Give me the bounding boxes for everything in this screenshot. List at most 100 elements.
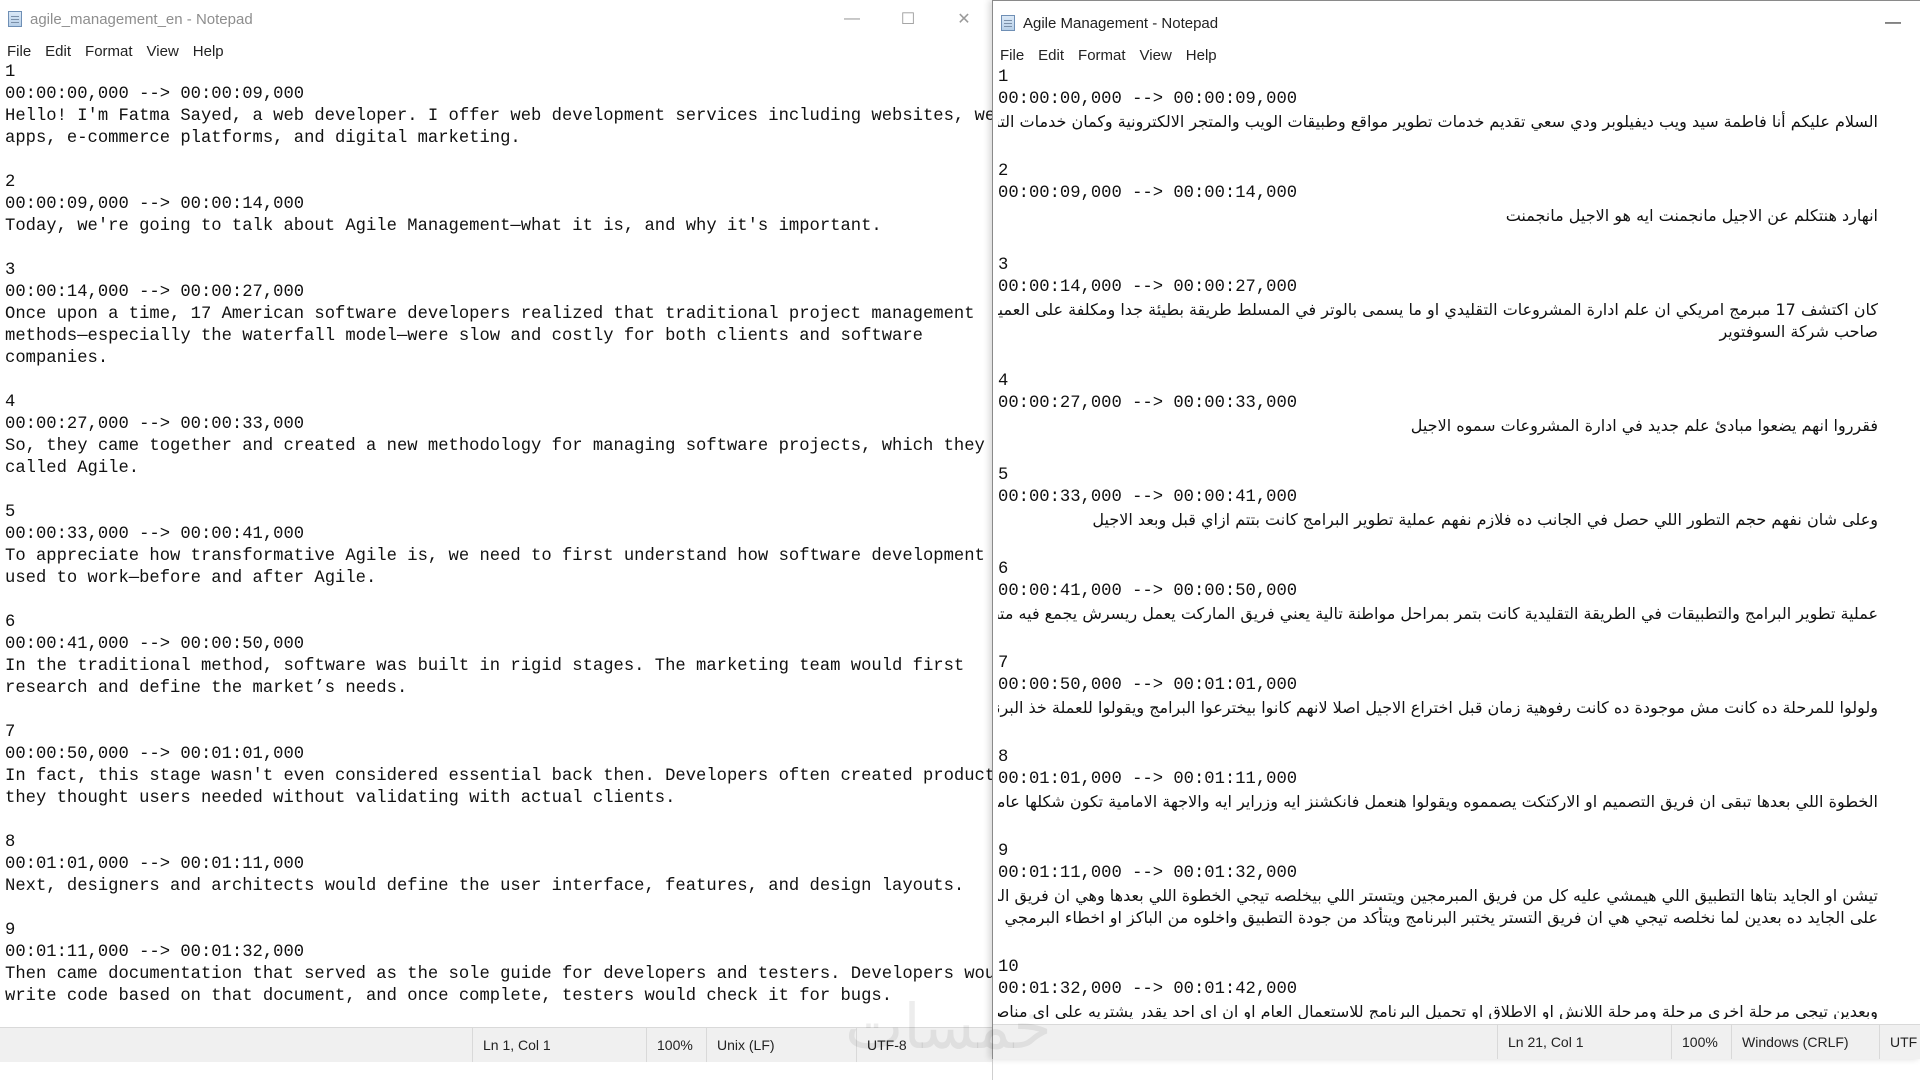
notepad-icon <box>8 11 22 27</box>
subtitle-index: 4 <box>998 372 1009 391</box>
notepad-window-english[interactable]: agile_management_en - Notepad — ☐ ✕ File… <box>0 0 993 1080</box>
subtitle-text: انهارد هنتكلم عن الاجيل مانجمنت ايه هو ا… <box>1505 206 1878 225</box>
window-title: Agile Management - Notepad <box>1023 14 1219 32</box>
subtitle-timecode: 00:00:41,000 --> 00:00:50,000 <box>998 582 1298 601</box>
text-line: methods—especially the waterfall model—w… <box>5 327 923 346</box>
text-line: 8 <box>5 833 16 852</box>
text-editor[interactable]: 1 00:00:00,000 --> 00:00:09,000 السلام علي… <box>993 67 1920 1019</box>
text-line <box>5 150 992 172</box>
status-line-endings: Windows (CRLF) <box>1731 1025 1849 1059</box>
menu-view[interactable]: View <box>1133 47 1179 64</box>
text-line <box>5 590 992 612</box>
status-zoom: 100% <box>646 1028 693 1062</box>
subtitle-timecode: 00:01:11,000 --> 00:01:32,000 <box>998 864 1298 883</box>
subtitle-text: على الجايد ده بعدين لما نخلصه تيجي هي ان… <box>1004 908 1878 927</box>
menu-file[interactable]: File <box>993 47 1031 64</box>
subtitle-text: فقرروا انهم يضعوا مبادئ علم جديد في ادار… <box>1410 416 1878 435</box>
text-editor[interactable]: 1 00:00:00,000 --> 00:00:09,000 Hello! I'm… <box>0 62 992 1046</box>
status-line-endings: Unix (LF) <box>706 1028 775 1062</box>
menu-help[interactable]: Help <box>186 43 231 60</box>
window-controls: — <box>1865 4 1920 42</box>
text-line: 7 <box>5 723 16 742</box>
text-line: Next, designers and architects would def… <box>5 877 965 896</box>
menu-help[interactable]: Help <box>1179 47 1224 64</box>
subtitle-index: 5 <box>998 466 1009 485</box>
minimize-button[interactable]: — <box>824 0 880 38</box>
text-line: they thought users needed without valida… <box>5 789 676 808</box>
menu-format[interactable]: Format <box>78 43 140 60</box>
status-zoom: 100% <box>1671 1025 1718 1059</box>
subtitle-text: تيشن او الجايد بتاها التطبيق اللي هيمشي … <box>998 886 1878 905</box>
text-line: research and define the market’s needs. <box>5 679 408 698</box>
subtitle-text: صاحب شركة السوفتوير <box>1719 322 1878 341</box>
subtitle-index: 6 <box>998 560 1009 579</box>
subtitle-timecode: 00:01:01,000 --> 00:01:11,000 <box>998 770 1298 789</box>
text-line: companies. <box>5 349 109 368</box>
menu-edit[interactable]: Edit <box>1031 47 1071 64</box>
subtitle-index: 10 <box>998 958 1019 977</box>
subtitle-timecode: 00:00:50,000 --> 00:01:01,000 <box>998 676 1298 695</box>
subtitle-timecode: 00:00:09,000 --> 00:00:14,000 <box>998 184 1298 203</box>
text-line: In the traditional method, software was … <box>5 657 965 676</box>
notepad-icon <box>1001 15 1015 31</box>
text-line: apps, e-commerce platforms, and digital … <box>5 129 521 148</box>
menu-file[interactable]: File <box>0 43 38 60</box>
text-line: 00:00:00,000 --> 00:00:09,000 <box>5 85 305 104</box>
text-line: To appreciate how transformative Agile i… <box>5 547 985 566</box>
menu-edit[interactable]: Edit <box>38 43 78 60</box>
subtitle-index: 1 <box>998 68 1009 87</box>
subtitle-text: كان اكتشف 17 مبرمج امريكي ان علم ادارة ا… <box>998 300 1878 319</box>
minimize-button[interactable]: — <box>1865 4 1920 42</box>
window-controls: — ☐ ✕ <box>824 0 992 38</box>
maximize-button[interactable]: ☐ <box>880 0 936 38</box>
text-line: 6 <box>5 613 16 632</box>
text-line: 00:00:27,000 --> 00:00:33,000 <box>5 415 305 434</box>
status-position: Ln 21, Col 1 <box>1497 1025 1584 1059</box>
text-line: 00:00:50,000 --> 00:01:01,000 <box>5 745 305 764</box>
status-position: Ln 1, Col 1 <box>472 1028 551 1062</box>
menu-view[interactable]: View <box>140 43 186 60</box>
text-line: 9 <box>5 921 16 940</box>
subtitle-index: 7 <box>998 654 1009 673</box>
subtitle-index: 9 <box>998 842 1009 861</box>
text-line: 00:01:01,000 --> 00:01:11,000 <box>5 855 305 874</box>
minimize-icon: — <box>844 10 860 27</box>
text-line <box>5 370 992 392</box>
text-line: 2 <box>5 173 16 192</box>
status-encoding: UTF <box>1879 1025 1917 1059</box>
subtitle-timecode: 00:00:14,000 --> 00:00:27,000 <box>998 278 1298 297</box>
text-line: 00:00:41,000 --> 00:00:50,000 <box>5 635 305 654</box>
subtitle-index: 2 <box>998 162 1009 181</box>
text-line: 5 <box>5 503 16 522</box>
text-line: write code based on that document, and o… <box>5 987 893 1006</box>
menu-bar: File Edit Format View Help <box>0 40 992 62</box>
close-button[interactable]: ✕ <box>936 0 992 38</box>
subtitle-text: الخطوة اللي بعدها تبقى ان فريق التصميم ا… <box>998 792 1878 811</box>
text-line <box>5 898 992 920</box>
text-line: Hello! I'm Fatma Sayed, a web developer.… <box>5 107 992 126</box>
text-line: 00:00:14,000 --> 00:00:27,000 <box>5 283 305 302</box>
subtitle-text: وعلى شان نفهم حجم التطور اللي حصل في الج… <box>1092 510 1878 529</box>
watermark-logo: خمسات <box>845 990 1052 1063</box>
window-title: agile_management_en - Notepad <box>30 10 253 28</box>
text-line: 3 <box>5 261 16 280</box>
menu-format[interactable]: Format <box>1071 47 1133 64</box>
text-line: Today, we're going to talk about Agile M… <box>5 217 882 236</box>
notepad-window-arabic[interactable]: Agile Management - Notepad — File Edit F… <box>992 0 1920 1059</box>
text-line <box>5 700 992 722</box>
subtitle-timecode: 00:00:33,000 --> 00:00:41,000 <box>998 488 1298 507</box>
subtitle-text: ولولوا للمرحلة ده كانت مش موجودة ده كانت… <box>998 698 1878 717</box>
text-line: 00:00:09,000 --> 00:00:14,000 <box>5 195 305 214</box>
subtitle-text: السلام عليكم أنا فاطمة سيد ويب ديفيلوبر … <box>998 112 1878 131</box>
title-bar[interactable]: agile_management_en - Notepad — ☐ ✕ <box>0 0 992 38</box>
subtitle-text: عملية تطوير البرامج والتطبيقات في الطريق… <box>998 604 1878 623</box>
text-line: 1 <box>5 63 16 82</box>
title-bar[interactable]: Agile Management - Notepad — <box>993 4 1920 42</box>
